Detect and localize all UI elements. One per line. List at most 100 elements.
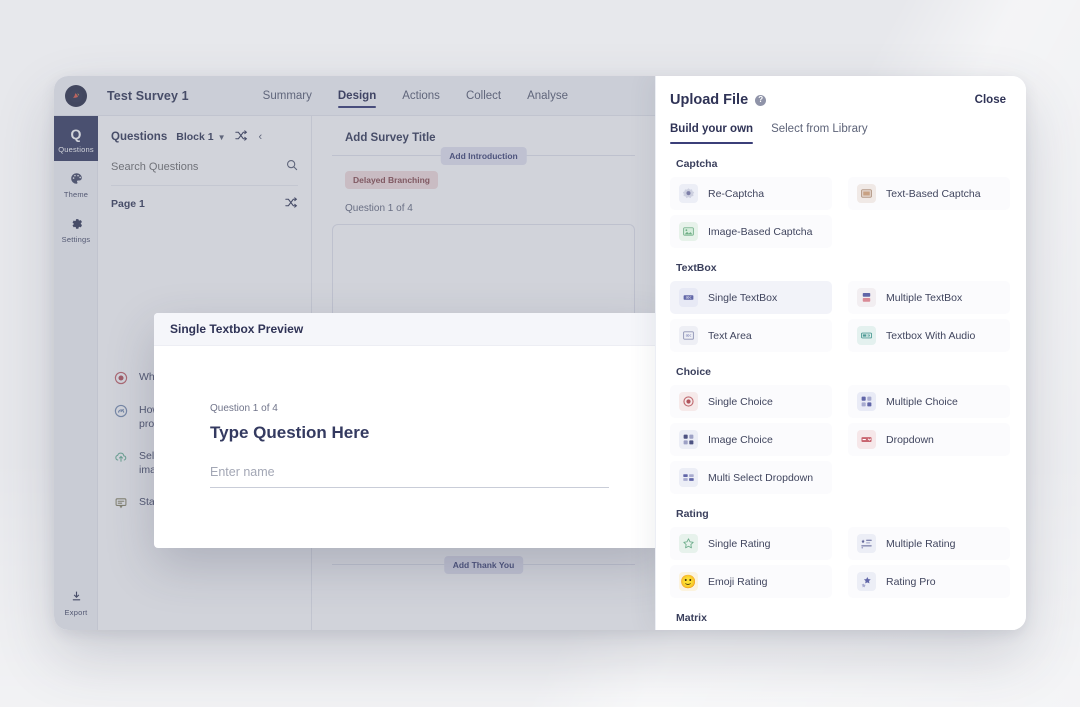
thankyou-divider: Add Thank You (332, 556, 635, 574)
panel-tabs: Build your own Select from Library (670, 123, 1006, 144)
preview-question-text: Type Question Here (210, 423, 370, 442)
qtype-label: Image Choice (708, 433, 773, 446)
search-icon[interactable] (286, 158, 298, 176)
preview-name-input[interactable]: Enter name (210, 465, 609, 488)
tab-analyse[interactable]: Analyse (527, 76, 568, 115)
recaptcha-icon (679, 184, 698, 203)
group-grid-rating: Single Rating Multiple Rating 🙂 Emoji Ra… (670, 527, 1010, 598)
help-icon[interactable]: ? (755, 94, 767, 106)
sidebar-item-label: Settings (61, 235, 91, 244)
rating-pro-icon (857, 572, 876, 591)
qtype-label: Text Area (708, 329, 752, 342)
block-selector[interactable]: Block 1 ▼ (176, 131, 225, 143)
qtype-label: Text-Based Captcha (886, 187, 981, 200)
qtype-emoji-rating[interactable]: 🙂 Emoji Rating (670, 565, 832, 598)
multiple-choice-icon (857, 392, 876, 411)
emoji-icon: 🙂 (679, 572, 698, 591)
star-icon (679, 534, 698, 553)
tab-design[interactable]: Design (337, 76, 377, 115)
qtype-multi-select-dropdown[interactable]: Multi Select Dropdown (670, 461, 832, 494)
qtype-label: Single Rating (708, 537, 771, 550)
qtype-dropdown[interactable]: Dropdown (848, 423, 1010, 456)
intro-divider: Add Introduction (332, 147, 635, 165)
sidebar-item-export[interactable]: Export (54, 579, 98, 624)
multi-select-dropdown-icon (679, 468, 698, 487)
left-icon-rail: Q Questions Theme Settings Export (54, 116, 98, 630)
tab-actions[interactable]: Actions (402, 76, 440, 115)
download-icon (70, 588, 83, 605)
add-thank-you-pill[interactable]: Add Thank You (443, 556, 524, 574)
group-grid-captcha: Re-Captcha Text-Based Captcha Image-Base… (670, 177, 1010, 248)
single-textbox-icon: abc (679, 288, 698, 307)
preview-question-counter: Question 1 of 4 (210, 403, 278, 414)
qtype-single-rating[interactable]: Single Rating (670, 527, 832, 560)
statement-icon (113, 496, 129, 510)
shuffle-blocks-icon[interactable] (234, 130, 248, 144)
survey-title-placeholder[interactable]: Add Survey Title (312, 116, 655, 144)
textbox-audio-icon (857, 326, 876, 345)
qtype-multiple-choice[interactable]: Multiple Choice (848, 385, 1010, 418)
upload-file-panel: Upload File ? Close Build your own Selec… (655, 76, 1026, 630)
qtype-label: Re-Captcha (708, 187, 765, 200)
qtype-label: Multiple TextBox (886, 291, 963, 304)
group-grid-choice: Single Choice Multiple Choice Image Choi… (670, 385, 1010, 494)
question-type-list[interactable]: Captcha Re-Captcha Text-Based Captcha Im… (656, 144, 1026, 630)
tab-select-from-library[interactable]: Select from Library (771, 123, 868, 144)
group-title-matrix: Matrix (676, 612, 707, 624)
qtype-text-based-captcha[interactable]: Text-Based Captcha (848, 177, 1010, 210)
sidebar-item-label: Theme (63, 190, 89, 199)
qtype-single-textbox[interactable]: abc Single TextBox (670, 281, 832, 314)
image-captcha-icon (679, 222, 698, 241)
cloud-upload-icon (113, 450, 129, 464)
svg-text:abc: abc (686, 296, 692, 300)
close-button[interactable]: Close (975, 94, 1006, 106)
question-counter: Question 1 of 4 (345, 203, 413, 214)
app-window: Test Survey 1 Summary Design Actions Col… (54, 76, 1026, 630)
app-logo-icon (65, 84, 87, 107)
svg-text:abc: abc (686, 334, 692, 338)
top-nav-tabs: Summary Design Actions Collect Analyse (263, 76, 568, 115)
sidebar-item-questions[interactable]: Q Questions (54, 116, 98, 161)
qtype-label: Emoji Rating (708, 575, 768, 588)
text-area-icon: abc (679, 326, 698, 345)
sidebar-item-label: Questions (58, 145, 94, 154)
preview-modal: Single Textbox Preview Question 1 of 4 T… (154, 313, 666, 548)
qtype-multiple-textbox[interactable]: Multiple TextBox (848, 281, 1010, 314)
qtype-text-area[interactable]: abc Text Area (670, 319, 832, 352)
qtype-label: Single TextBox (708, 291, 778, 304)
gauge-icon (113, 404, 129, 418)
tab-summary[interactable]: Summary (263, 76, 312, 115)
qtype-label: Rating Pro (886, 575, 936, 588)
search-input[interactable] (111, 161, 261, 173)
tab-build-your-own[interactable]: Build your own (670, 123, 754, 144)
qtype-image-based-captcha[interactable]: Image-Based Captcha (670, 215, 832, 248)
qtype-re-captcha[interactable]: Re-Captcha (670, 177, 832, 210)
single-choice-icon (679, 392, 698, 411)
qtype-label: Textbox With Audio (886, 329, 976, 342)
collapse-panel-icon[interactable]: ‹ (259, 131, 263, 143)
add-introduction-pill[interactable]: Add Introduction (440, 147, 527, 165)
panel-title-group: Upload File ? (670, 92, 767, 108)
qtype-textbox-with-audio[interactable]: Textbox With Audio (848, 319, 1010, 352)
qtype-image-choice[interactable]: Image Choice (670, 423, 832, 456)
group-title-textbox: TextBox (676, 262, 717, 274)
qtype-label: Multiple Choice (886, 395, 958, 408)
tab-collect[interactable]: Collect (466, 76, 501, 115)
app-topbar: Test Survey 1 Summary Design Actions Col… (54, 76, 655, 116)
sidebar-item-theme[interactable]: Theme (54, 161, 98, 206)
qtype-rating-pro[interactable]: Rating Pro (848, 565, 1010, 598)
question-icon: Q (70, 125, 82, 142)
page-title: Upload File (670, 92, 749, 108)
preview-modal-title: Single Textbox Preview (170, 322, 304, 336)
shuffle-page-icon[interactable] (285, 197, 298, 211)
delayed-branching-tag: Delayed Branching (345, 171, 438, 189)
multiple-rating-icon (857, 534, 876, 553)
qtype-label: Image-Based Captcha (708, 225, 813, 238)
preview-modal-body: Question 1 of 4 Type Question Here Enter… (154, 346, 666, 488)
dropdown-icon (857, 430, 876, 449)
qtype-multiple-rating[interactable]: Multiple Rating (848, 527, 1010, 560)
qtype-single-choice[interactable]: Single Choice (670, 385, 832, 418)
image-choice-icon (679, 430, 698, 449)
sidebar-item-settings[interactable]: Settings (54, 206, 98, 251)
page-label: Page 1 (111, 198, 145, 210)
